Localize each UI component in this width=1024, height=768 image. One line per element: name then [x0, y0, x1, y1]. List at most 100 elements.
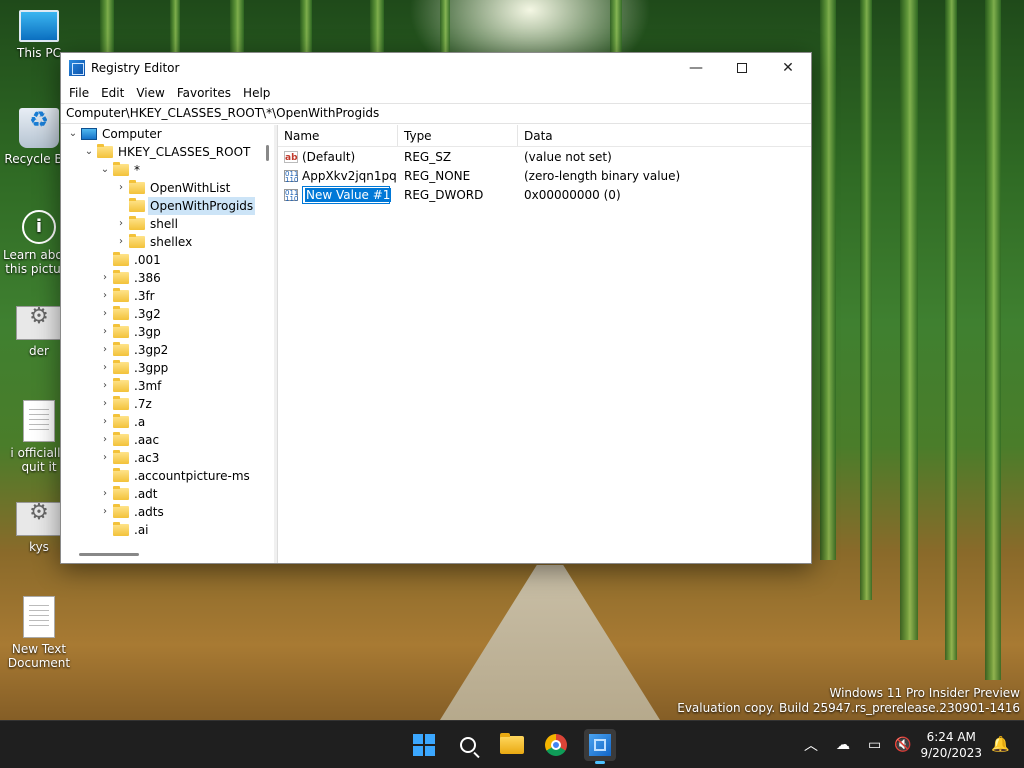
tree-item[interactable]: › .386 [61, 269, 274, 287]
chevron-right-icon[interactable]: › [99, 449, 111, 467]
tree-item[interactable]: › shell [61, 215, 274, 233]
chevron-right-icon[interactable]: › [99, 485, 111, 503]
value-row[interactable]: 011 110 AppXkv2jqn1pq... REG_NONE (zero-le… [278, 166, 811, 185]
value-name: (Default) [302, 149, 356, 164]
menu-edit[interactable]: Edit [95, 83, 130, 103]
chevron-right-icon[interactable]: › [115, 233, 127, 251]
tree-item[interactable]: › .3mf [61, 377, 274, 395]
key-tree[interactable]: ⌄ Computer ⌄ HKEY_CLASSES_ROOT ⌄ * › OpenWithLi… [61, 125, 277, 563]
value-row[interactable]: 011 110 New Value #1 REG_DWORD 0x00000000 … [278, 185, 811, 204]
tree-item[interactable]: › .3gp [61, 323, 274, 341]
registry-editor-window[interactable]: Registry Editor — ✕ File Edit View Favor… [60, 52, 812, 564]
tree-item[interactable]: .ai [61, 521, 274, 539]
tree-item-label: .3gp2 [134, 343, 169, 357]
tree-item[interactable]: › .ac3 [61, 449, 274, 467]
chevron-right-icon[interactable]: › [99, 287, 111, 305]
chevron-right-icon[interactable]: › [99, 413, 111, 431]
windows-watermark: Windows 11 Pro Insider Preview Evaluatio… [677, 686, 1020, 716]
chevron-down-icon[interactable]: ⌄ [67, 125, 79, 143]
chevron-right-icon[interactable]: › [115, 215, 127, 233]
chevron-right-icon[interactable]: › [99, 431, 111, 449]
maximize-icon [737, 63, 747, 73]
tree-item[interactable]: OpenWithProgids [61, 197, 274, 215]
tree-item[interactable]: ⌄ * [61, 161, 274, 179]
chevron-right-icon[interactable]: › [99, 305, 111, 323]
volume-tray-button[interactable]: 🔇 [894, 721, 911, 768]
value-type: REG_DWORD [404, 187, 484, 202]
minimize-button[interactable]: — [673, 53, 719, 83]
chevron-down-icon[interactable]: ⌄ [99, 161, 111, 179]
tree-item-label: .ac3 [134, 451, 160, 465]
tree-item[interactable]: › .adts [61, 503, 274, 521]
text-document-icon [23, 400, 55, 442]
menu-favorites[interactable]: Favorites [171, 83, 237, 103]
column-header-type[interactable]: Type [398, 125, 518, 146]
folder-icon [113, 522, 129, 536]
tree-item[interactable]: › .3g2 [61, 305, 274, 323]
folder-icon [113, 432, 129, 446]
tree-item[interactable]: .accountpicture-ms [61, 467, 274, 485]
tree-horizontal-scrollbar[interactable] [61, 545, 262, 563]
chevron-down-icon[interactable]: ⌄ [83, 143, 95, 161]
tree-item-label: Computer [102, 127, 162, 141]
value-row[interactable]: ab (Default) REG_SZ (value not set) [278, 147, 811, 166]
tree-item[interactable]: › OpenWithList [61, 179, 274, 197]
tree-item[interactable]: .001 [61, 251, 274, 269]
file-explorer-button[interactable] [496, 729, 528, 761]
onedrive-tray-button[interactable]: ☁ [836, 721, 850, 768]
menu-help[interactable]: Help [237, 83, 276, 103]
chevron-right-icon[interactable]: › [99, 323, 111, 341]
folder-icon [129, 216, 145, 230]
tree-item[interactable]: › shellex [61, 233, 274, 251]
tree-vertical-scrollbar[interactable] [262, 125, 274, 545]
address-bar[interactable]: Computer\HKEY_CLASSES_ROOT\*\OpenWithPro… [61, 103, 811, 124]
tree-item[interactable]: › .adt [61, 485, 274, 503]
menu-view[interactable]: View [130, 83, 170, 103]
values-pane[interactable]: Name Type Data ab (Default) REG_SZ (value… [277, 125, 811, 563]
chevron-right-icon[interactable]: › [99, 377, 111, 395]
tree-item[interactable]: › .3gp2 [61, 341, 274, 359]
chevron-right-icon[interactable]: › [115, 179, 127, 197]
folder-icon [113, 288, 129, 302]
rename-input[interactable]: New Value #1 [302, 185, 392, 204]
tree-item-label: .386 [134, 271, 161, 285]
tree-item[interactable]: › .7z [61, 395, 274, 413]
tree-item[interactable]: › .3gpp [61, 359, 274, 377]
column-header-data[interactable]: Data [518, 125, 553, 146]
info-icon [22, 210, 56, 244]
chevron-right-icon[interactable]: › [99, 341, 111, 359]
tree-item[interactable]: › .a [61, 413, 274, 431]
menu-file[interactable]: File [63, 83, 95, 103]
volume-muted-icon: 🔇 [894, 737, 912, 753]
chrome-button[interactable] [540, 729, 572, 761]
start-button[interactable] [408, 729, 440, 761]
watermark-edition: Windows 11 Pro Insider Preview [829, 686, 1020, 700]
folder-icon [113, 306, 129, 320]
column-header-name[interactable]: Name [278, 125, 398, 146]
notifications-button[interactable]: 🔔 [991, 735, 1010, 753]
show-hidden-icons-button[interactable]: ︿ [804, 721, 818, 768]
chevron-right-icon[interactable]: › [99, 503, 111, 521]
search-button[interactable] [452, 729, 484, 761]
close-button[interactable]: ✕ [765, 53, 811, 83]
desktop-icon-new-text-document[interactable]: New Text Document [2, 596, 76, 670]
tree-item[interactable]: ⌄ HKEY_CLASSES_ROOT [61, 143, 274, 161]
text-document-icon [23, 596, 55, 638]
network-tray-button[interactable]: ▭ [868, 721, 881, 768]
tree-item[interactable]: ⌄ Computer [61, 125, 274, 143]
folder-icon [113, 450, 129, 464]
chevron-right-icon[interactable]: › [99, 395, 111, 413]
tree-item[interactable]: › .aac [61, 431, 274, 449]
title-bar[interactable]: Registry Editor — ✕ [61, 53, 811, 83]
registry-editor-icon [589, 734, 611, 756]
computer-icon [19, 10, 59, 42]
chevron-right-icon[interactable]: › [99, 269, 111, 287]
tree-item[interactable]: › .3fr [61, 287, 274, 305]
chevron-right-icon[interactable]: › [99, 359, 111, 377]
registry-editor-taskbar-button[interactable] [584, 729, 616, 764]
clock[interactable]: 6:24 AM 9/20/2023 [920, 729, 982, 761]
maximize-button[interactable] [719, 53, 765, 83]
tree-item-label: .aac [134, 433, 160, 447]
tree-item-label: shell [150, 217, 178, 231]
folder-icon [113, 378, 129, 392]
